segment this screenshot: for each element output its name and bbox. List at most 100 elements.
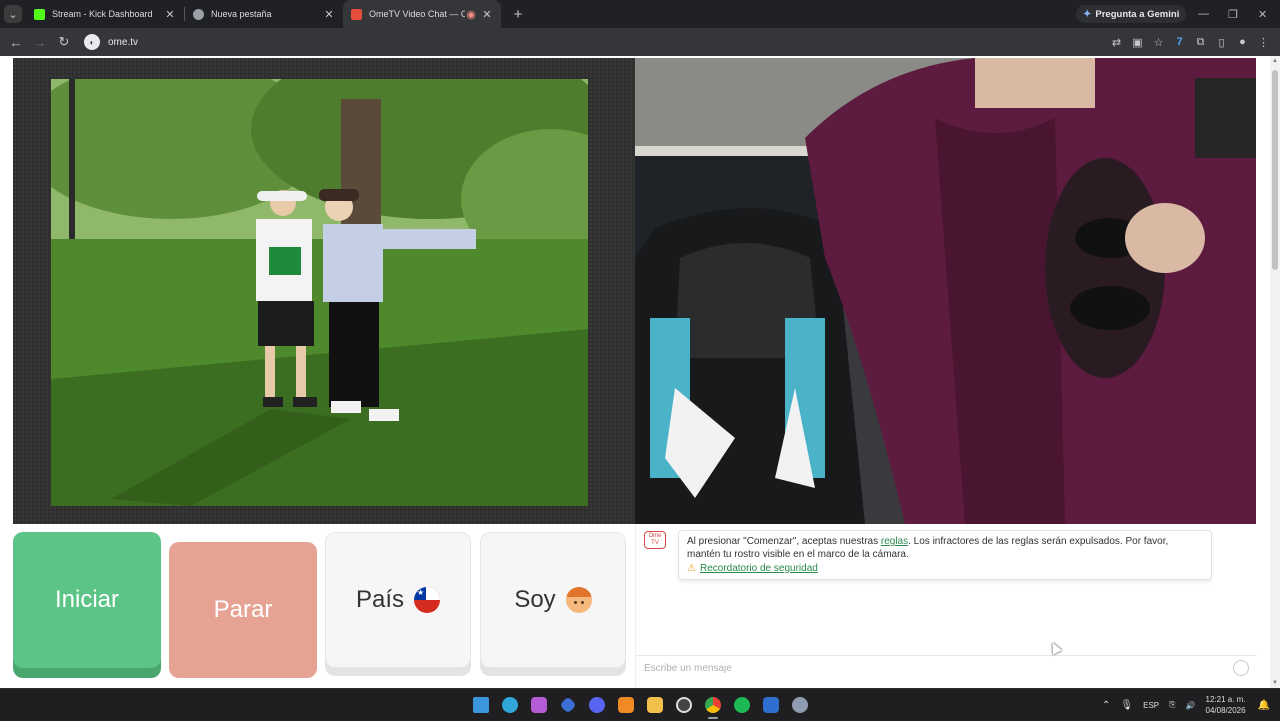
tab-title: Nueva pestaña — [211, 9, 272, 19]
maximize-button[interactable]: ❐ — [1228, 0, 1238, 28]
park-scene-image — [51, 79, 588, 506]
monitor-icon — [762, 697, 779, 713]
url-text: ome.tv — [108, 36, 139, 48]
bookmark-star-icon[interactable]: ☆ — [1148, 36, 1169, 49]
local-camera-video — [635, 58, 1256, 524]
windows-taskbar: ⌃ 🎙 ESP ⎘ 🔊 12:21 a. m. 04/08/2026 🔔 — [0, 688, 1280, 720]
ometv-icon — [351, 8, 362, 20]
tab-title: Stream - Kick Dashboard — [52, 9, 153, 19]
notice-prefix: Al presionar "Comenzar", aceptas nuestra… — [687, 536, 879, 547]
edge-icon — [501, 697, 518, 713]
remote-video — [13, 58, 635, 524]
camera-feed-image — [635, 58, 1256, 524]
minimize-button[interactable]: — — [1198, 0, 1209, 28]
gemini-label: Pregunta a Gemini — [1095, 8, 1180, 20]
back-button[interactable]: ← — [4, 35, 28, 50]
taskbar-remote-desktop[interactable] — [756, 689, 785, 721]
chevron-up-icon[interactable]: ⌃ — [1102, 700, 1110, 711]
tab-search-button[interactable]: ⌄ — [0, 0, 26, 28]
obs-icon — [675, 697, 692, 713]
taskbar-settings[interactable] — [785, 689, 814, 721]
safety-reminder-link[interactable]: Recordatorio de seguridad — [700, 563, 818, 574]
clock[interactable]: 12:21 a. m. 04/08/2026 — [1206, 694, 1246, 716]
windows-icon — [472, 697, 489, 713]
country-button[interactable]: País ★ — [325, 532, 471, 668]
language-indicator[interactable]: ESP — [1143, 701, 1159, 710]
taskbar-copilot[interactable] — [524, 689, 553, 721]
folder-icon — [646, 697, 663, 713]
system-tray: ⌃ 🎙 ESP ⎘ 🔊 12:21 a. m. 04/08/2026 🔔 — [1102, 689, 1280, 721]
gear-icon — [791, 697, 808, 713]
chat-panel: Ome TV Al presionar "Comenzar", aceptas … — [635, 524, 1257, 688]
microphone-icon[interactable]: 🎙 — [1120, 700, 1133, 711]
gender-button[interactable]: Soy — [480, 532, 626, 668]
toolbar-icons: ⇄ ▣ ☆ 7 ⧉ ▯ ● ⋮ — [1106, 28, 1280, 56]
emoji-icon[interactable] — [1233, 660, 1249, 676]
stop-button[interactable]: Parar — [169, 542, 317, 678]
chrome-icon — [193, 8, 204, 20]
sidebar-icon[interactable]: ▯ — [1211, 36, 1232, 49]
rules-link[interactable]: reglas — [881, 536, 908, 547]
extension-7tv-icon[interactable]: 7 — [1169, 36, 1190, 48]
taskbar-apps — [466, 689, 814, 721]
rules-notice: Al presionar "Comenzar", aceptas nuestra… — [678, 530, 1212, 580]
chevron-down-icon: ⌄ — [4, 5, 22, 23]
taskbar-app-blue[interactable] — [553, 689, 582, 721]
warning-icon: ⚠ — [687, 563, 696, 574]
gender-button-label: Soy — [514, 586, 556, 613]
start-button[interactable]: Iniciar — [13, 532, 161, 668]
start-button-label: Iniciar — [54, 586, 120, 613]
taskbar-brave[interactable] — [611, 689, 640, 721]
tab-ometv[interactable]: OmeTV Video Chat — Ome ◉ ✕ — [343, 0, 501, 28]
message-composer — [636, 655, 1257, 680]
country-button-label: País — [355, 586, 405, 613]
boy-face-icon — [565, 587, 592, 613]
gemini-button[interactable]: ✦ Pregunta a Gemini — [1076, 5, 1187, 23]
notification-bell-icon[interactable]: 🔔 — [1258, 700, 1270, 711]
menu-kebab-icon[interactable]: ⋮ — [1253, 36, 1274, 49]
chile-flag-icon: ★ — [414, 587, 441, 613]
taskbar-spotify[interactable] — [727, 689, 756, 721]
taskbar-chrome[interactable] — [698, 689, 727, 721]
new-tab-button[interactable]: + — [507, 6, 529, 23]
translate-icon[interactable]: ⇄ — [1106, 36, 1127, 49]
extensions-puzzle-icon[interactable]: ⧉ — [1190, 36, 1211, 49]
copilot-icon — [530, 697, 547, 713]
stop-button-label: Parar — [213, 596, 273, 623]
clock-time: 12:21 a. m. — [1205, 695, 1246, 704]
diamond-app-icon — [559, 696, 576, 714]
gemini-icon: ✦ — [1083, 8, 1092, 20]
chrome-icon — [704, 697, 721, 713]
address-bar[interactable]: ◐ ome.tv — [80, 31, 1090, 53]
volume-icon[interactable]: 🔊 — [1186, 701, 1196, 710]
tab-new-tab[interactable]: Nueva pestaña ✕ — [185, 0, 343, 28]
tab-kick[interactable]: Stream - Kick Dashboard ✕ — [26, 0, 184, 28]
scroll-up-icon[interactable]: ▲ — [1270, 58, 1280, 64]
reload-button[interactable]: ↻ — [52, 34, 76, 50]
taskbar-edge[interactable] — [495, 689, 524, 721]
remote-video-frame — [51, 79, 588, 506]
profile-avatar[interactable]: ● — [1232, 36, 1253, 48]
ometv-logo: Ome TV — [644, 531, 666, 549]
forward-button[interactable]: → — [28, 35, 52, 50]
taskbar-obs[interactable] — [669, 689, 698, 721]
page-scrollbar[interactable]: ▲ ▼ — [1270, 56, 1280, 688]
browser-toolbar: ← → ↻ ◐ ome.tv ⇄ ▣ ☆ 7 ⧉ ▯ ● ⋮ — [0, 28, 1280, 56]
brave-icon — [617, 697, 634, 713]
start-menu-button[interactable] — [466, 689, 495, 721]
site-info-icon[interactable]: ◐ — [84, 34, 100, 50]
taskbar-discord[interactable] — [582, 689, 611, 721]
scroll-down-icon[interactable]: ▼ — [1270, 680, 1280, 686]
cast-icon[interactable]: ▣ — [1127, 36, 1148, 49]
taskbar-explorer[interactable] — [640, 689, 669, 721]
network-icon[interactable]: ⎘ — [1169, 700, 1175, 710]
close-icon[interactable]: ✕ — [164, 8, 176, 21]
clock-date: 04/08/2026 — [1205, 706, 1246, 715]
kick-icon — [34, 8, 45, 20]
close-icon[interactable]: ✕ — [323, 8, 335, 21]
spotify-icon — [733, 697, 750, 713]
scrollbar-thumb[interactable] — [1272, 70, 1278, 270]
close-icon[interactable]: ✕ — [481, 8, 493, 21]
close-window-button[interactable]: ✕ — [1258, 0, 1267, 28]
message-input[interactable] — [644, 662, 1204, 674]
